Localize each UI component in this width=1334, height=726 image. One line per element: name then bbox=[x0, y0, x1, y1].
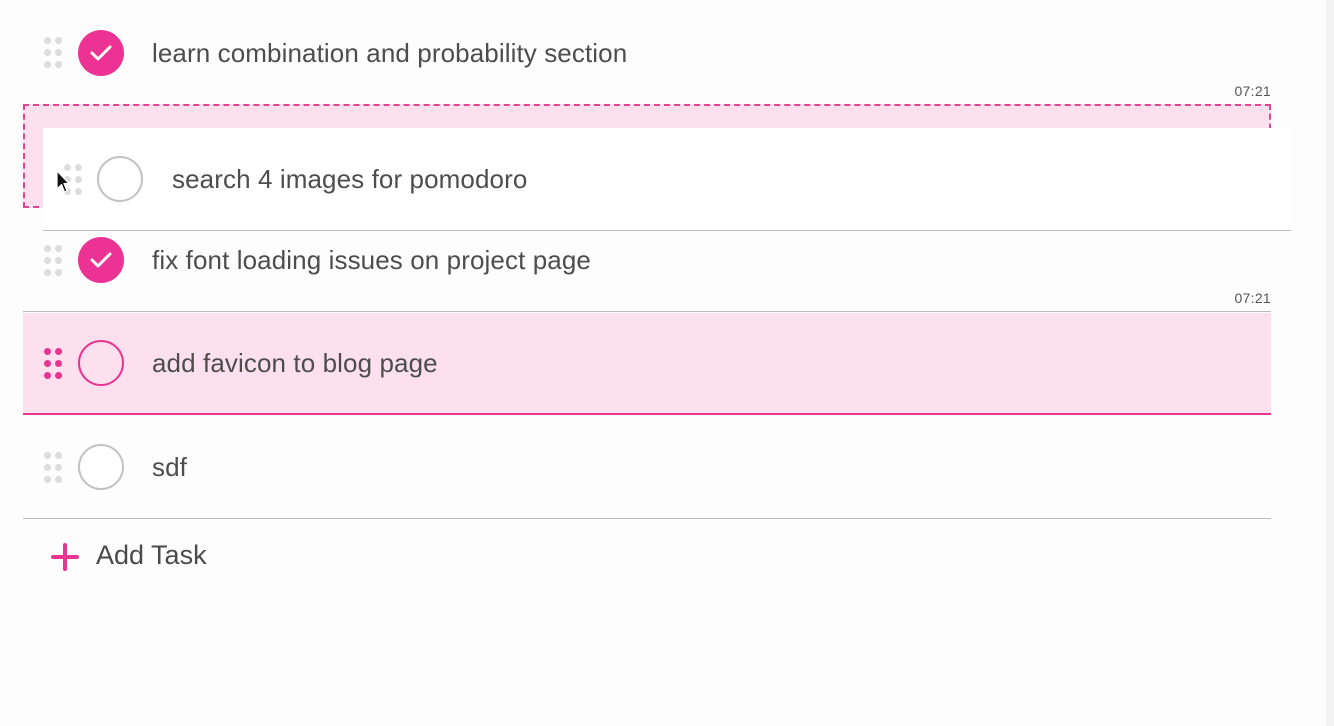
task-checkbox[interactable] bbox=[78, 444, 124, 490]
mouse-pointer-icon bbox=[56, 170, 70, 193]
add-task-button[interactable]: Add Task bbox=[48, 536, 308, 580]
drag-handle-icon[interactable] bbox=[44, 37, 64, 69]
task-time: 07:21 bbox=[1234, 290, 1271, 306]
task-checkbox[interactable] bbox=[97, 156, 143, 202]
checkmark-icon bbox=[90, 45, 112, 61]
drag-handle-icon[interactable] bbox=[44, 348, 64, 380]
task-checkbox[interactable] bbox=[78, 30, 124, 76]
drag-handle-icon[interactable] bbox=[44, 452, 64, 484]
checkmark-icon bbox=[90, 252, 112, 268]
task-list: learn combination and probability sectio… bbox=[0, 0, 1320, 726]
drag-handle-icon[interactable] bbox=[44, 245, 64, 277]
plus-icon bbox=[48, 540, 82, 574]
task-checkbox[interactable] bbox=[78, 340, 124, 386]
add-task-label: Add Task bbox=[96, 540, 207, 570]
task-label: search 4 images for pomodoro bbox=[172, 164, 528, 194]
dragged-task-item[interactable]: search 4 images for pomodoro bbox=[43, 128, 1291, 231]
task-label: learn combination and probability sectio… bbox=[152, 38, 628, 68]
task-checkbox[interactable] bbox=[78, 237, 124, 283]
task-item[interactable]: learn combination and probability sectio… bbox=[23, 20, 1271, 104]
task-label: fix font loading issues on project page bbox=[152, 245, 591, 275]
task-item-hovered[interactable]: add favicon to blog page bbox=[23, 313, 1271, 415]
task-item[interactable]: fix font loading issues on project page … bbox=[23, 231, 1271, 312]
task-time: 07:21 bbox=[1234, 83, 1271, 99]
task-item[interactable]: sdf bbox=[23, 416, 1271, 519]
task-label: sdf bbox=[152, 452, 187, 482]
task-label: add favicon to blog page bbox=[152, 348, 438, 378]
scrollbar-track[interactable] bbox=[1326, 0, 1334, 726]
